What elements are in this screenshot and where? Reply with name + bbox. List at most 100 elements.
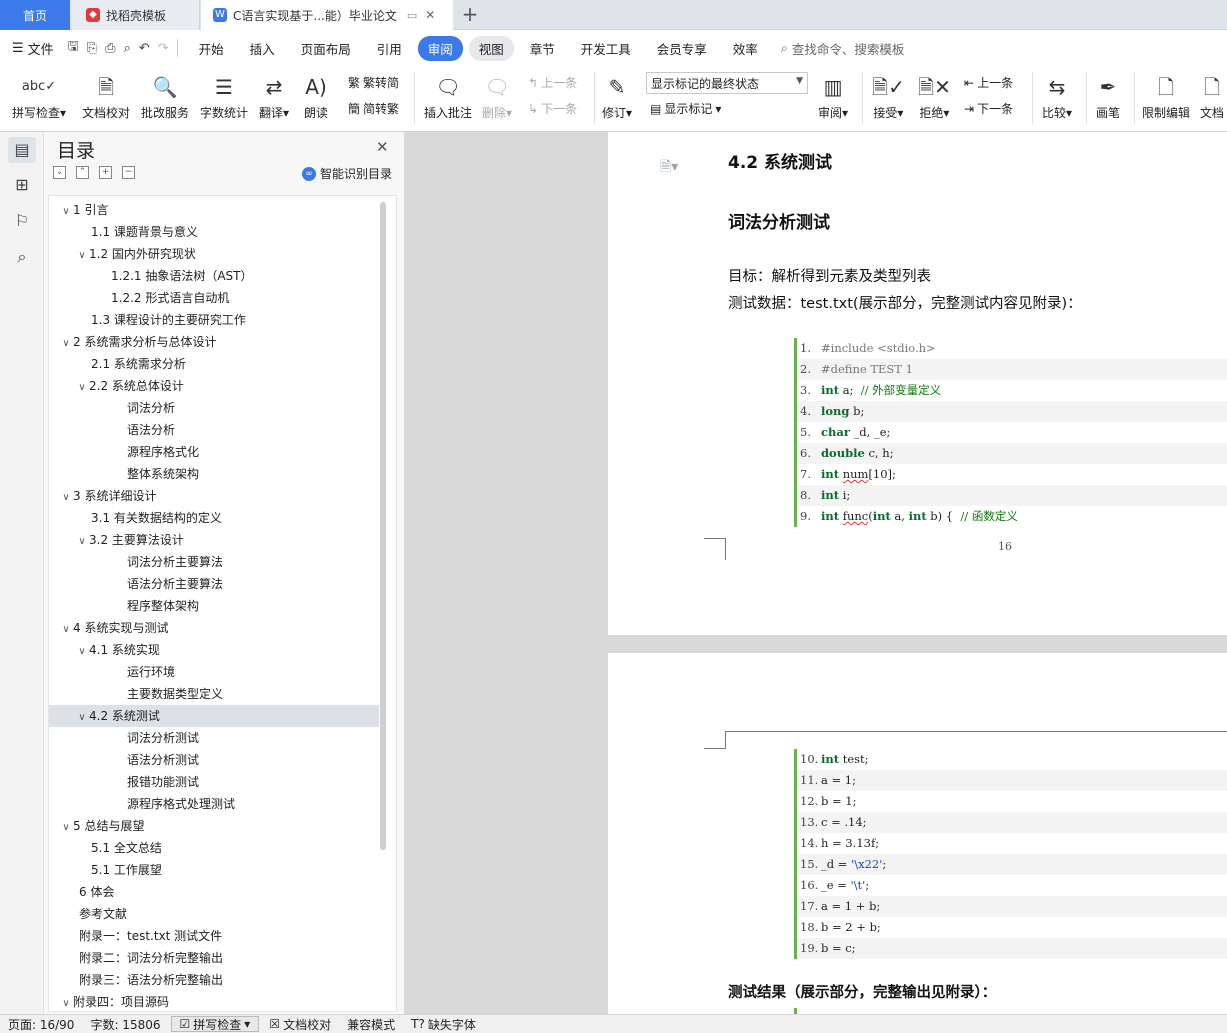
close-icon[interactable]: ✕ <box>376 138 389 156</box>
new-tab-icon[interactable]: + <box>458 4 482 26</box>
chevron-down-icon[interactable]: ∨ <box>75 377 89 399</box>
ribbon-tab[interactable]: 会员专享 <box>647 36 717 61</box>
toc-item[interactable]: ∨ 4 系统实现与测试 <box>49 617 379 639</box>
ribbon-tab[interactable]: 效率 <box>723 36 768 61</box>
word-count-button[interactable]: ☰ 字数统计 <box>200 72 248 121</box>
collapse-up-icon[interactable]: ⌃ <box>76 166 89 179</box>
chevron-down-icon[interactable]: ∨ <box>59 487 73 509</box>
expand-all-icon[interactable]: + <box>99 166 112 179</box>
ribbon-tab[interactable]: 页面布局 <box>291 36 361 61</box>
toc-item[interactable]: ∨ 5 总结与展望 <box>49 815 379 837</box>
review-service-button[interactable]: 🔍 批改服务 <box>141 72 189 121</box>
undo-icon[interactable]: ↶ <box>139 41 150 56</box>
toc-item[interactable]: 整体系统架构 <box>49 463 379 485</box>
next-change-button[interactable]: ⇥ 下一条 <box>964 100 1013 117</box>
toc-item[interactable]: 5.1 工作展望 <box>49 859 379 881</box>
spellcheck-button[interactable]: abc✓ 拼写检查▾ <box>12 72 66 121</box>
status-spellcheck[interactable]: ☑ 拼写检查 ▾ <box>170 1016 260 1032</box>
toc-item[interactable]: ∨ 3.2 主要算法设计 <box>49 529 379 551</box>
toc-item[interactable]: 词法分析主要算法 <box>49 551 379 573</box>
toc-item[interactable]: 附录一：test.txt 测试文件 <box>49 925 379 947</box>
toc-item[interactable]: 语法分析主要算法 <box>49 573 379 595</box>
chapter-nav-icon[interactable]: ⊞ <box>8 172 36 198</box>
toc-item[interactable]: 运行环境 <box>49 661 379 683</box>
page-indicator[interactable]: 页面: 16/90 <box>0 1016 82 1033</box>
compare-button[interactable]: ⇆ 比较▾ <box>1042 72 1072 121</box>
chevron-down-icon[interactable]: ∨ <box>75 531 89 553</box>
ribbon-tab[interactable]: 开发工具 <box>571 36 641 61</box>
expand-down-icon[interactable]: ⌄ <box>53 166 66 179</box>
toc-item[interactable]: 语法分析 <box>49 419 379 441</box>
restrict-edit-button[interactable]: 🗋 限制编辑 <box>1142 72 1190 121</box>
review-pane-button[interactable]: ▥ 审阅▾ <box>818 72 848 121</box>
toc-item[interactable]: ∨ 4.1 系统实现 <box>49 639 379 661</box>
ribbon-tab[interactable]: 审阅 <box>417 35 463 61</box>
file-menu[interactable]: ☰ 文件 <box>12 39 54 58</box>
toc-item[interactable]: 程序整体架构 <box>49 595 379 617</box>
chevron-down-icon[interactable]: ∨ <box>75 245 89 267</box>
ribbon-tab[interactable]: 开始 <box>189 36 234 61</box>
toc-item[interactable]: ∨ 附录四：项目源码 <box>49 991 379 1011</box>
ribbon-tab[interactable]: 视图 <box>468 35 514 61</box>
toc-item[interactable]: 1.3 课程设计的主要研究工作 <box>49 309 379 331</box>
chevron-down-icon[interactable]: ∨ <box>59 333 73 355</box>
tab-document[interactable]: W C语言实现基于...能）毕业论文 ▭ ✕ <box>201 0 453 30</box>
chevron-down-icon[interactable]: ∨ <box>59 817 73 839</box>
toc-item[interactable]: 1.1 课题背景与意义 <box>49 221 379 243</box>
reject-button[interactable]: 🗎✕ 拒绝▾ <box>918 72 951 121</box>
toc-icon[interactable]: ▤ <box>8 137 36 163</box>
toc-item[interactable]: 词法分析测试 <box>49 727 379 749</box>
show-markup-button[interactable]: ▤ 显示标记 ▾ <box>650 100 721 117</box>
doc-permission-button[interactable]: 🗋 文档 <box>1200 72 1224 121</box>
toc-item[interactable]: 报错功能测试 <box>49 771 379 793</box>
toc-item[interactable]: 附录三：语法分析完整输出 <box>49 969 379 991</box>
collapse-all-icon[interactable]: − <box>122 166 135 179</box>
status-doc-check[interactable]: ☒ 文档校对 <box>261 1016 339 1033</box>
close-tab-icon[interactable]: ✕ <box>425 8 435 22</box>
paragraph-menu-icon[interactable]: 🗎▾ <box>660 156 678 180</box>
toc-item[interactable]: 源程序格式处理测试 <box>49 793 379 815</box>
toc-item[interactable]: 5.1 全文总结 <box>49 837 379 859</box>
toc-item[interactable]: 3.1 有关数据结构的定义 <box>49 507 379 529</box>
missing-fonts[interactable]: T? 缺失字体 <box>403 1016 484 1033</box>
toc-item[interactable]: 1.2.1 抽象语法树（AST） <box>49 265 379 287</box>
insert-comment-button[interactable]: 🗨 插入批注 <box>424 72 472 121</box>
export-icon[interactable]: ⎘ <box>87 41 97 56</box>
ribbon-tab[interactable]: 插入 <box>240 36 285 61</box>
print-icon[interactable]: ⎙ <box>105 41 115 56</box>
translate-button[interactable]: ⇄ 翻译▾ <box>259 72 289 121</box>
delete-comment-button[interactable]: 🗨 删除▾ <box>482 72 512 121</box>
toc-item[interactable]: ∨ 2 系统需求分析与总体设计 <box>49 331 379 353</box>
search-icon[interactable]: ⌕ <box>8 244 36 270</box>
read-aloud-button[interactable]: A) 朗读 <box>304 72 328 121</box>
toc-item[interactable]: 语法分析测试 <box>49 749 379 771</box>
next-comment-button[interactable]: ↳ 下一条 <box>528 100 577 117</box>
toc-item[interactable]: ∨ 3 系统详细设计 <box>49 485 379 507</box>
redo-icon[interactable]: ↷ <box>158 41 169 56</box>
toc-scrollbar[interactable] <box>380 202 386 850</box>
command-search[interactable]: ⌕ 查找命令、搜索模板 <box>781 39 905 58</box>
word-count-indicator[interactable]: 字数: 15806 <box>82 1016 168 1033</box>
track-changes-button[interactable]: ✎ 修订▾ <box>602 72 632 121</box>
chevron-down-icon[interactable]: ∨ <box>59 993 73 1011</box>
markup-state-select[interactable]: 显示标记的最终状态 ▼ <box>646 72 808 94</box>
chevron-down-icon[interactable]: ∨ <box>75 707 89 729</box>
doc-check-button[interactable]: 🗎 文档校对 <box>82 72 130 121</box>
bookmark-icon[interactable]: ⚐ <box>8 208 36 234</box>
toc-item[interactable]: ∨ 1 引言 <box>49 199 379 221</box>
pin-icon[interactable]: ▭ <box>407 9 417 22</box>
toc-item[interactable]: 1.2.2 形式语言自动机 <box>49 287 379 309</box>
ribbon-tab[interactable]: 章节 <box>520 36 565 61</box>
toc-item[interactable]: ∨ 4.2 系统测试 <box>49 705 379 727</box>
toc-item[interactable]: 6 体会 <box>49 881 379 903</box>
print-preview-icon[interactable]: ⌕ <box>124 41 131 56</box>
tab-home[interactable]: 首页 <box>0 0 70 30</box>
to-simplified-button[interactable]: 簡简转繁 <box>348 100 399 117</box>
toc-item[interactable]: 源程序格式化 <box>49 441 379 463</box>
pen-button[interactable]: ✒ 画笔 <box>1096 72 1120 121</box>
chevron-down-icon[interactable]: ∨ <box>75 641 89 663</box>
accept-button[interactable]: 🗎✓ 接受▾ <box>872 72 905 121</box>
toc-item[interactable]: ∨ 2.2 系统总体设计 <box>49 375 379 397</box>
toc-item[interactable]: 附录二：词法分析完整输出 <box>49 947 379 969</box>
prev-comment-button[interactable]: ↰ 上一条 <box>528 74 577 91</box>
